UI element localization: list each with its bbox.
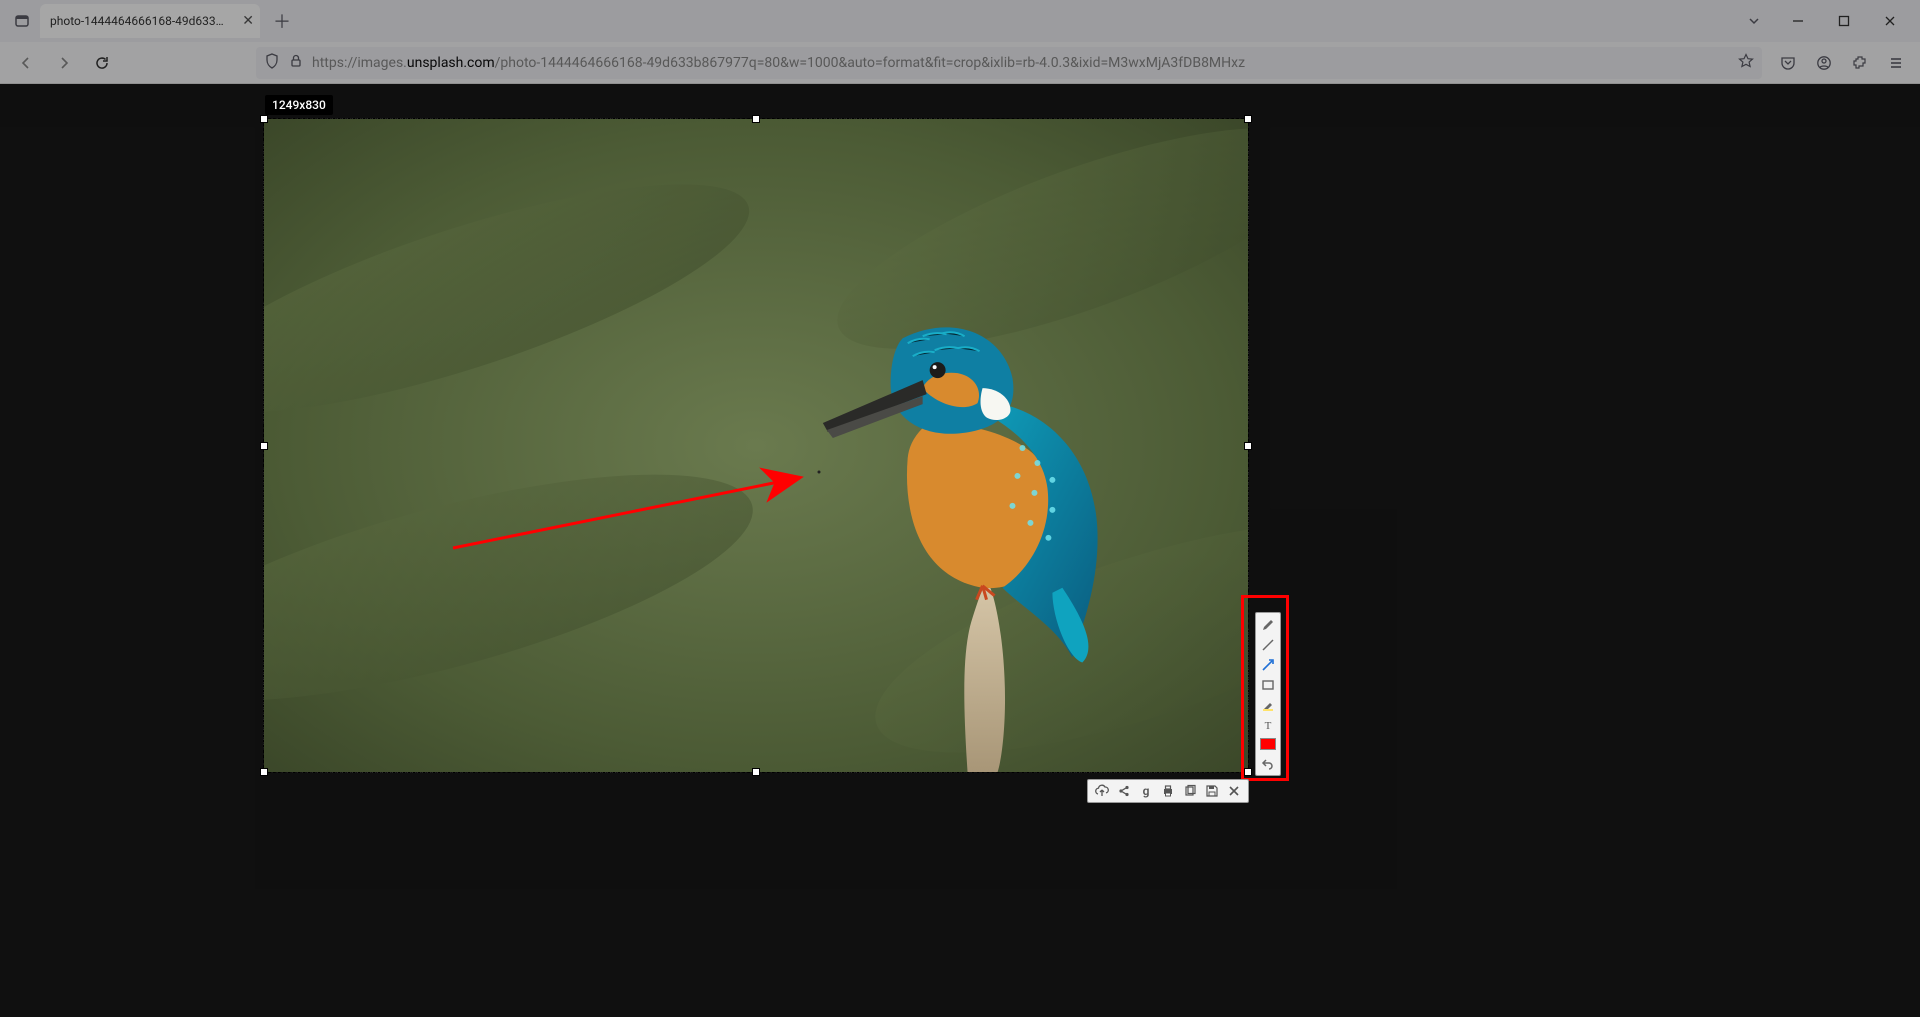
tool-text[interactable]: T xyxy=(1258,715,1278,735)
arrow-left-icon xyxy=(18,55,34,71)
action-save[interactable] xyxy=(1202,782,1222,800)
tool-pen[interactable] xyxy=(1258,615,1278,635)
url-bar[interactable]: https://images.unsplash.com/photo-144446… xyxy=(256,47,1762,79)
tool-arrow[interactable] xyxy=(1258,655,1278,675)
tool-rectangle[interactable] xyxy=(1258,675,1278,695)
bookmark-star-icon[interactable] xyxy=(1738,53,1754,73)
maximize-icon xyxy=(1837,14,1851,28)
resize-handle-middle-right[interactable] xyxy=(1244,442,1252,450)
window-minimize-button[interactable] xyxy=(1784,7,1812,35)
shield-icon[interactable] xyxy=(264,53,280,73)
action-close[interactable] xyxy=(1224,782,1244,800)
close-icon xyxy=(1883,14,1897,28)
account-icon[interactable] xyxy=(1810,49,1838,77)
arrow-right-icon xyxy=(56,55,72,71)
kingfisher-photo xyxy=(264,119,1248,772)
minimize-icon xyxy=(1791,14,1805,28)
resize-handle-bottom-center[interactable] xyxy=(752,768,760,776)
nav-forward-button[interactable] xyxy=(48,47,80,79)
nav-back-button[interactable] xyxy=(10,47,42,79)
tool-marker[interactable] xyxy=(1258,695,1278,715)
resize-handle-top-left[interactable] xyxy=(260,115,268,123)
action-copy[interactable] xyxy=(1180,782,1200,800)
action-share[interactable] xyxy=(1114,782,1134,800)
titlebar: photo-1444464666168-49d633b86 ✕ ＋ xyxy=(0,0,1920,42)
window-close-button[interactable] xyxy=(1876,7,1904,35)
tab-close-icon[interactable]: ✕ xyxy=(242,13,254,29)
tool-color-swatch[interactable] xyxy=(1260,738,1276,750)
resize-handle-top-center[interactable] xyxy=(752,115,760,123)
nav-reload-button[interactable] xyxy=(86,47,118,79)
resize-handle-middle-left[interactable] xyxy=(260,442,268,450)
url-text: https://images.unsplash.com/photo-144446… xyxy=(312,55,1730,71)
svg-text:g: g xyxy=(1143,784,1150,798)
new-tab-button[interactable]: ＋ xyxy=(268,7,296,35)
toolbar-right-icons xyxy=(1774,49,1910,77)
tool-line[interactable] xyxy=(1258,635,1278,655)
window-controls xyxy=(1784,7,1912,35)
action-upload[interactable] xyxy=(1092,782,1112,800)
tab-strip: photo-1444464666168-49d633b86 ✕ ＋ xyxy=(40,4,296,38)
resize-handle-top-right[interactable] xyxy=(1244,115,1252,123)
action-search[interactable]: g xyxy=(1136,782,1156,800)
resize-handle-bottom-right[interactable] xyxy=(1244,768,1252,776)
chevron-down-icon xyxy=(1747,14,1761,28)
reload-icon xyxy=(94,55,110,71)
screenshot-action-bar: g xyxy=(1087,779,1249,803)
app-menu-icon[interactable] xyxy=(1882,49,1910,77)
tab-title: photo-1444464666168-49d633b86 xyxy=(50,14,230,28)
tool-undo[interactable] xyxy=(1258,753,1278,773)
browser-tab[interactable]: photo-1444464666168-49d633b86 ✕ xyxy=(40,4,260,38)
selection-dimensions-label: 1249x830 xyxy=(265,95,333,115)
tabs-overflow-button[interactable] xyxy=(1740,7,1768,35)
browser-chrome: photo-1444464666168-49d633b86 ✕ ＋ https: xyxy=(0,0,1920,84)
svg-text:T: T xyxy=(1265,720,1272,732)
toolbar: https://images.unsplash.com/photo-144446… xyxy=(0,42,1920,84)
firefox-view-button[interactable] xyxy=(8,7,36,35)
action-print[interactable] xyxy=(1158,782,1178,800)
extensions-icon[interactable] xyxy=(1846,49,1874,77)
pocket-icon[interactable] xyxy=(1774,49,1802,77)
window-maximize-button[interactable] xyxy=(1830,7,1858,35)
annotation-tool-palette: T xyxy=(1255,612,1281,776)
selection-box[interactable] xyxy=(263,118,1249,773)
resize-handle-bottom-left[interactable] xyxy=(260,768,268,776)
firefox-view-icon xyxy=(14,13,30,29)
lock-icon[interactable] xyxy=(288,53,304,73)
